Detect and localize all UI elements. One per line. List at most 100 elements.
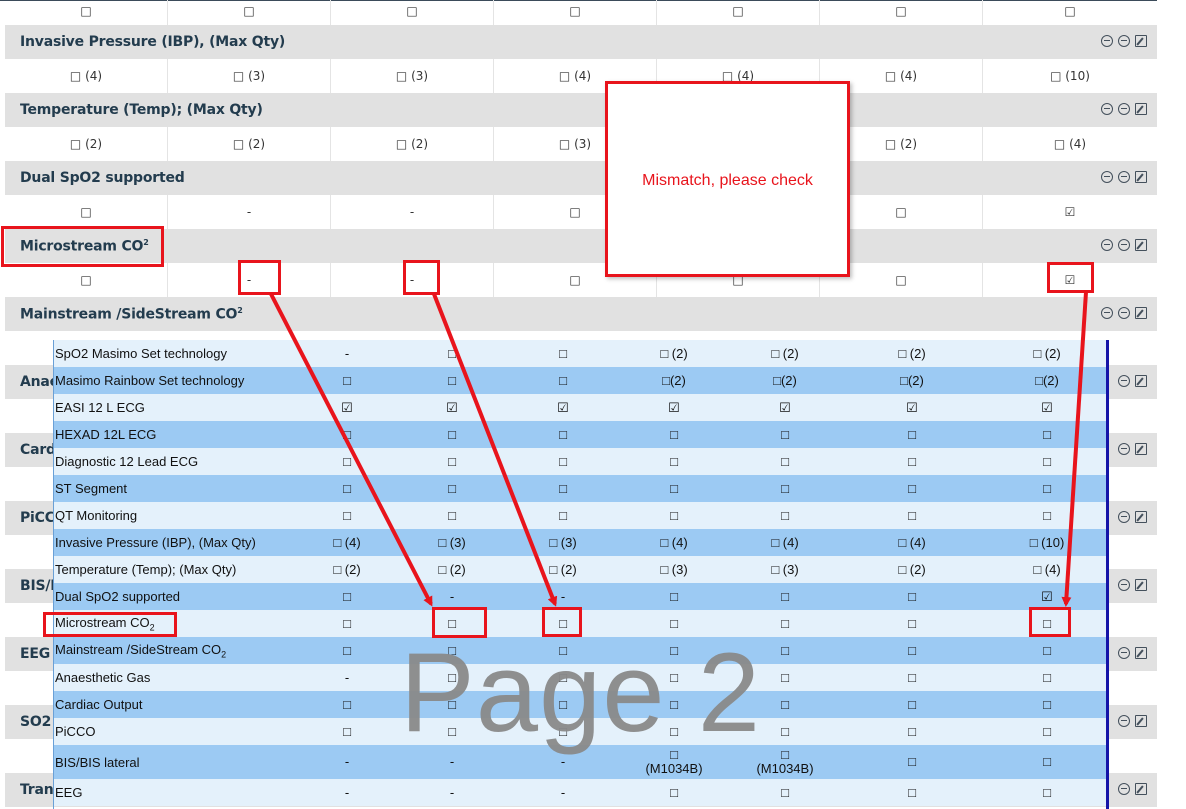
table-row: HEXAD 12L ECG □ □ □ □ □ □ □ [54, 421, 1106, 448]
remove-icon[interactable] [1118, 103, 1130, 115]
cell-value: □ (2) [898, 345, 926, 361]
cell-value: □ [448, 453, 456, 469]
cell-value: □ [1043, 480, 1051, 496]
bg-value-cell: - [168, 195, 331, 229]
edit-icon[interactable] [1135, 239, 1147, 251]
row-label: BIS/BIS lateral [55, 755, 140, 770]
edit-icon[interactable] [1135, 103, 1147, 115]
cell-value: □ [781, 453, 789, 469]
section-title-text: Temperature (Temp); (Max Qty) [20, 102, 263, 118]
cell-value: □ [908, 696, 916, 712]
collapse-icon[interactable] [1101, 239, 1113, 251]
cell-value: □ [781, 784, 789, 800]
cell-value: □ (2) [549, 561, 577, 577]
table-row: Dual SpO2 supported □ - - □ □ □ ☑ [54, 583, 1106, 610]
row-label-text: Dual SpO2 supported [55, 589, 181, 604]
cell-value: □ [1043, 754, 1051, 769]
highlight-microstream-label-bg [1, 226, 164, 267]
cell-value: □ [448, 507, 456, 523]
cell-value: ☑ [906, 399, 918, 415]
remove-icon[interactable] [1118, 783, 1130, 795]
cell-value: □ [559, 426, 567, 442]
highlight-bg-col7 [1047, 262, 1094, 293]
remove-icon[interactable] [1118, 307, 1130, 319]
cell-value: □ [559, 507, 567, 523]
edit-icon[interactable] [1135, 35, 1147, 47]
remove-icon[interactable] [1118, 443, 1130, 455]
section-actions [1118, 783, 1147, 795]
cell-value: □ (3) [660, 561, 688, 577]
section-title: Temperature (Temp); (Max Qty) [20, 102, 263, 118]
edit-icon[interactable] [1135, 579, 1147, 591]
remove-icon[interactable] [1118, 171, 1130, 183]
edit-icon[interactable] [1135, 715, 1147, 727]
cell-value: □ (2) [660, 345, 688, 361]
remove-icon[interactable] [1118, 375, 1130, 387]
row-label-text: Temperature (Temp); (Max Qty) [55, 562, 237, 577]
section-header: Temperature (Temp); (Max Qty) [5, 93, 1157, 127]
collapse-icon[interactable] [1101, 171, 1113, 183]
highlight-p2-col3 [542, 607, 582, 637]
remove-icon[interactable] [1118, 579, 1130, 591]
row-label-text: Anaesthetic Gas [55, 670, 151, 685]
table-row: Invasive Pressure (IBP), (Max Qty) □ (4) □… [54, 529, 1106, 556]
cell-value: □ [1043, 784, 1051, 800]
highlight-p2-col2 [432, 607, 487, 638]
edit-icon[interactable] [1135, 375, 1147, 387]
row-label: Dual SpO2 supported [55, 589, 180, 604]
cell-value: □ [670, 453, 678, 469]
cell-value: □ [343, 480, 351, 496]
edit-icon[interactable] [1135, 647, 1147, 659]
row-label: EASI 12 L ECG [55, 400, 145, 415]
edit-icon[interactable] [1135, 511, 1147, 523]
section-title-text: Invasive Pressure (IBP), (Max Qty) [20, 34, 286, 50]
section-title: Invasive Pressure (IBP), (Max Qty) [20, 34, 285, 50]
row-label: ST Segment [55, 481, 127, 496]
cell-value: □ [908, 507, 916, 523]
bg-value-cell: □ [5, 0, 168, 28]
cell-value: □ [781, 588, 789, 604]
row-label-text: Invasive Pressure (IBP), (Max Qty) [55, 535, 256, 550]
cell-value: □ [1043, 696, 1051, 712]
cell-value: □ [448, 426, 456, 442]
cell-value: □ [908, 453, 916, 469]
edit-icon[interactable] [1135, 171, 1147, 183]
cell-value: □(2) [662, 372, 686, 388]
edit-icon[interactable] [1135, 443, 1147, 455]
section-title: Mainstream /SideStream CO2 [20, 306, 243, 323]
section-actions [1118, 443, 1147, 455]
cell-value: ☑ [341, 399, 353, 415]
remove-icon[interactable] [1118, 239, 1130, 251]
section-title-text: Mainstream /SideStream CO [20, 306, 238, 323]
cell-value: □ (2) [438, 561, 466, 577]
bg-value-cell: □ [657, 0, 820, 28]
table-row: ST Segment □ □ □ □ □ □ □ [54, 475, 1106, 502]
section-actions [1101, 35, 1147, 47]
edit-icon[interactable] [1135, 783, 1147, 795]
cell-value: ☑ [779, 399, 791, 415]
cell-value: □ (2) [333, 561, 361, 577]
section-actions [1101, 307, 1147, 319]
highlight-bg-col2 [238, 260, 281, 295]
cell-value: □ [781, 480, 789, 496]
bg-value-row: □ - - □ □ ☑ [5, 195, 1157, 229]
edit-icon[interactable] [1135, 307, 1147, 319]
remove-icon[interactable] [1118, 647, 1130, 659]
collapse-icon[interactable] [1101, 307, 1113, 319]
collapse-icon[interactable] [1101, 35, 1113, 47]
cell-value: ☑ [668, 399, 680, 415]
remove-icon[interactable] [1118, 35, 1130, 47]
remove-icon[interactable] [1118, 511, 1130, 523]
collapse-icon[interactable] [1101, 103, 1113, 115]
bg-value-cell: □ [820, 0, 983, 28]
row-label: Masimo Rainbow Set technology [55, 373, 244, 388]
cell-value: □ [343, 372, 351, 388]
row-label-text: Diagnostic 12 Lead ECG [55, 454, 199, 469]
row-label-text: HEXAD 12L ECG [55, 427, 157, 442]
cell-value: ☑ [557, 399, 569, 415]
section-header: Microstream CO2 [5, 229, 1157, 263]
cell-value: □ [670, 426, 678, 442]
remove-icon[interactable] [1118, 715, 1130, 727]
row-label: Anaesthetic Gas [55, 670, 150, 685]
highlight-microstream-label-p2 [43, 612, 177, 637]
